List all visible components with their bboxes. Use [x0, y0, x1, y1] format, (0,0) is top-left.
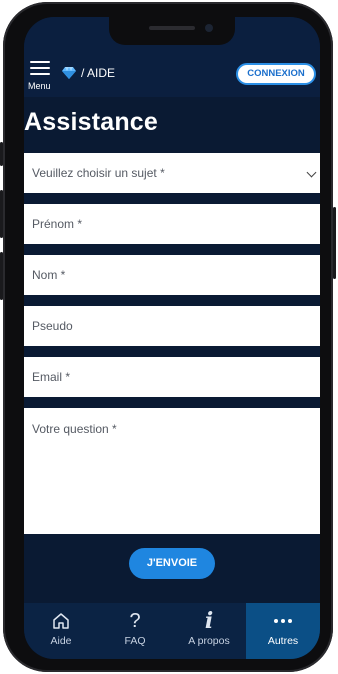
silent-switch	[0, 142, 3, 166]
tab-autres[interactable]: Autres	[246, 603, 320, 659]
nickname-field[interactable]: Pseudo	[24, 306, 320, 346]
tab-aide[interactable]: Aide	[24, 603, 98, 659]
earpiece-speaker	[149, 26, 195, 30]
subject-select-text: Veuillez choisir un sujet *	[32, 166, 165, 180]
more-dots-icon-wrap	[246, 611, 320, 631]
tab-autres-label: Autres	[267, 635, 299, 647]
menu-button[interactable]: Menu	[28, 59, 54, 91]
page-title: Assistance	[24, 108, 159, 136]
subject-select[interactable]: Veuillez choisir un sujet *	[24, 153, 320, 193]
bottom-tab-bar: Aide ? FAQ i A propos Autres	[24, 603, 320, 659]
lastname-field[interactable]: Nom *	[24, 255, 320, 295]
volume-up-button	[0, 190, 3, 238]
question-icon-wrap: ?	[98, 611, 172, 631]
tab-faq[interactable]: ? FAQ	[98, 603, 172, 659]
more-dots-icon	[274, 619, 292, 623]
hamburger-icon-bar	[30, 67, 50, 69]
volume-down-button	[0, 252, 3, 300]
menu-label: Menu	[28, 81, 51, 91]
chevron-down-icon	[306, 167, 317, 178]
firstname-placeholder: Prénom *	[32, 217, 83, 231]
tab-faq-label: FAQ	[124, 635, 146, 647]
diamond-icon	[62, 67, 76, 79]
hamburger-icon	[30, 61, 50, 63]
power-button	[333, 207, 336, 279]
question-icon: ?	[129, 610, 141, 632]
info-icon: i	[204, 608, 214, 634]
breadcrumb: / AIDE	[62, 66, 115, 80]
phone-notch	[109, 17, 235, 45]
question-placeholder: Votre question *	[32, 422, 117, 436]
tab-a-propos[interactable]: i A propos	[172, 603, 246, 659]
tab-aide-label: Aide	[50, 635, 72, 647]
firstname-field[interactable]: Prénom *	[24, 204, 320, 244]
hamburger-icon-bar	[30, 73, 50, 75]
phone-frame: Menu / AIDE CONNEXION Assistance Veuille…	[0, 2, 336, 672]
email-field[interactable]: Email *	[24, 357, 320, 397]
info-icon-wrap: i	[172, 608, 246, 634]
login-button[interactable]: CONNEXION	[236, 63, 316, 85]
breadcrumb-text: / AIDE	[81, 66, 116, 80]
question-textarea[interactable]: Votre question *	[24, 408, 320, 534]
submit-button[interactable]: J'ENVOIE	[129, 548, 215, 579]
nickname-placeholder: Pseudo	[32, 319, 73, 333]
tab-a-propos-label: A propos	[188, 635, 230, 647]
lastname-placeholder: Nom *	[32, 268, 66, 282]
home-icon	[53, 613, 69, 629]
app-screen: Menu / AIDE CONNEXION Assistance Veuille…	[24, 17, 320, 659]
email-placeholder: Email *	[32, 370, 71, 384]
front-camera	[205, 24, 213, 32]
home-icon-wrap	[24, 611, 98, 631]
